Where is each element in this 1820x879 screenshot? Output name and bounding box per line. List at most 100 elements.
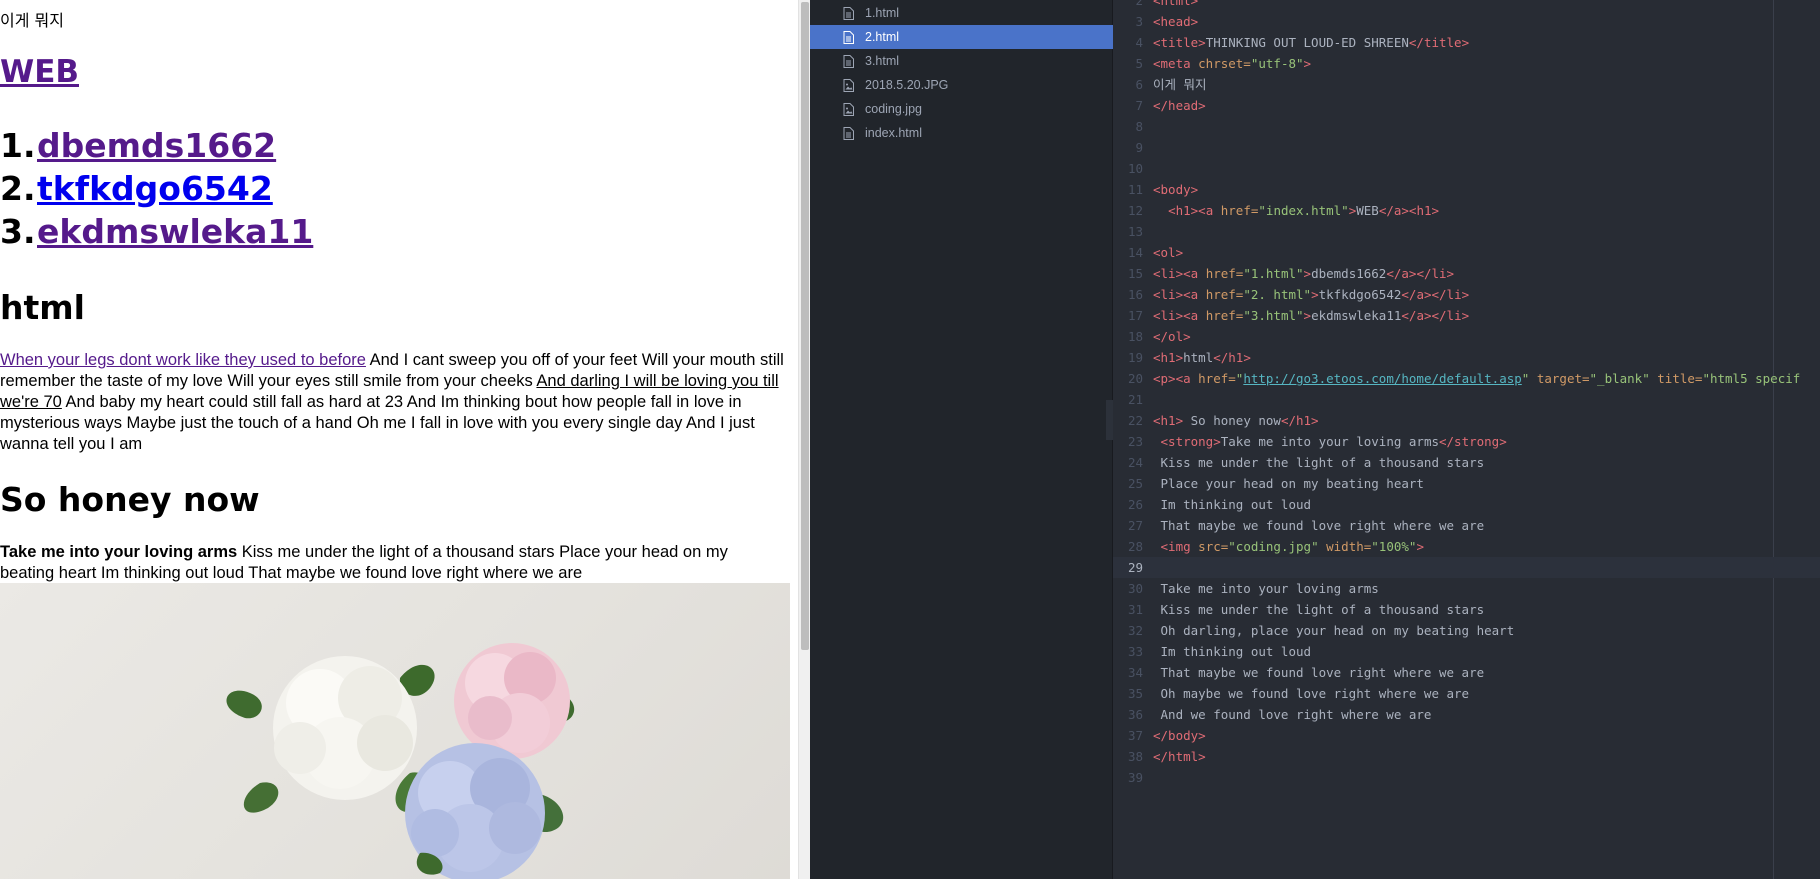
image-file-icon: [843, 102, 854, 116]
code-line[interactable]: 39: [1113, 767, 1820, 788]
list-number: 3.: [0, 212, 36, 251]
code-token: </a></li>: [1386, 266, 1455, 281]
code-line[interactable]: 10: [1113, 158, 1820, 179]
code-line[interactable]: 25 Place your head on my beating heart: [1113, 473, 1820, 494]
line-number: 37: [1127, 728, 1143, 743]
line-number: 3: [1135, 14, 1143, 29]
code-line[interactable]: 22 <h1> So honey now</h1>: [1113, 410, 1820, 431]
code-line[interactable]: 7 </head>: [1113, 95, 1820, 116]
code-line[interactable]: 9: [1113, 137, 1820, 158]
file-tree-item[interactable]: index.html: [810, 121, 1113, 145]
line-number: 10: [1127, 161, 1143, 176]
code-token: <h1>: [1153, 350, 1184, 365]
code-line[interactable]: 4 <title>THINKING OUT LOUD-ED SHREEN</tit…: [1113, 32, 1820, 53]
code-line[interactable]: 38 </html>: [1113, 746, 1820, 767]
line-number: 29: [1127, 560, 1143, 575]
code-text: That maybe we found love right where we …: [1153, 662, 1485, 683]
code-line[interactable]: 27 That maybe we found love right where …: [1113, 515, 1820, 536]
preview-scrollbar-thumb[interactable]: [801, 2, 809, 650]
code-text: Place your head on my beating heart: [1153, 473, 1424, 494]
code-line[interactable]: 34 That maybe we found love right where …: [1113, 662, 1820, 683]
code-line[interactable]: 3 <head>: [1113, 11, 1820, 32]
code-token: http://go3.etoos.com/home/default.asp: [1243, 371, 1522, 386]
code-line[interactable]: 16 <li><a href="2. html">tkfkdgo6542</a><…: [1113, 284, 1820, 305]
line-number: 33: [1127, 644, 1143, 659]
file-tree-item[interactable]: 2018.5.20.JPG: [810, 73, 1113, 97]
file-tree-item[interactable]: coding.jpg: [810, 97, 1113, 121]
code-token: <head>: [1153, 14, 1199, 29]
code-line[interactable]: 6 이게 뭐지: [1113, 74, 1820, 95]
line-number: 35: [1127, 686, 1143, 701]
code-text: <h1> So honey now</h1>: [1153, 410, 1319, 431]
code-line[interactable]: 29: [1113, 557, 1820, 578]
code-line[interactable]: 28 <img src="coding.jpg" width="100%">: [1113, 536, 1820, 557]
page-list: 1.dbemds1662 2.tkfkdgo6542 3.ekdmswleka1…: [0, 124, 313, 253]
code-pane[interactable]: 2 <html> 3 <head> 4 <title>THINKING OUT LOUD-…: [1113, 0, 1820, 879]
code-line[interactable]: 17 <li><a href="3.html">ekdmswleka11</a><…: [1113, 305, 1820, 326]
list-link-3[interactable]: ekdmswleka11: [37, 212, 313, 251]
code-line[interactable]: 32 Oh darling, place your head on my bea…: [1113, 620, 1820, 641]
file-tree-item[interactable]: 2.html: [810, 25, 1113, 49]
code-line[interactable]: 8: [1113, 116, 1820, 137]
code-text: Oh maybe we found love right where we ar…: [1153, 683, 1470, 704]
list-link-1[interactable]: dbemds1662: [37, 126, 276, 165]
code-line[interactable]: 12 <h1><a href="index.html">WEB</a><h1>: [1113, 200, 1820, 221]
code-text: </html>: [1153, 746, 1206, 767]
code-line[interactable]: 31 Kiss me under the light of a thousand…: [1113, 599, 1820, 620]
code-line[interactable]: 23 <strong>Take me into your loving arms…: [1113, 431, 1820, 452]
code-token: </html>: [1153, 749, 1206, 764]
line-number: 7: [1135, 98, 1143, 113]
code-token: Kiss me under the light of a thousand st…: [1153, 455, 1485, 470]
code-token: </ol>: [1153, 329, 1191, 344]
code-token: And we found love right where we are: [1153, 707, 1432, 722]
code-line[interactable]: 37 </body>: [1113, 725, 1820, 746]
web-link[interactable]: WEB: [0, 54, 79, 90]
code-token: <img: [1160, 539, 1199, 554]
code-text: <head>: [1153, 11, 1198, 32]
code-token: <h1><a: [1168, 203, 1221, 218]
code-text: <ol>: [1153, 242, 1183, 263]
file-tree: 1.html 2.html 3.html 2018.5.20.JPG coding.jp…: [810, 0, 1113, 879]
code-line[interactable]: 19 <h1>html</h1>: [1113, 347, 1820, 368]
code-token: <p><a: [1153, 371, 1199, 386]
code-token: href=: [1205, 287, 1244, 302]
file-tree-item[interactable]: 3.html: [810, 49, 1113, 73]
lyrics-link-legs[interactable]: When your legs dont work like they used …: [0, 351, 366, 369]
code-text: <li><a href="3.html">ekdmswleka11</a></l…: [1153, 305, 1469, 326]
code-line[interactable]: 2 <html>: [1113, 0, 1820, 11]
code-line[interactable]: 15 <li><a href="1.html">dbemds1662</a></l…: [1113, 263, 1820, 284]
code-line[interactable]: 36 And we found love right where we are: [1113, 704, 1820, 725]
code-line[interactable]: 13: [1113, 221, 1820, 242]
code-text: <html>: [1153, 0, 1198, 11]
code-text: Kiss me under the light of a thousand st…: [1153, 599, 1485, 620]
code-token: "utf-8": [1250, 56, 1304, 71]
list-link-2[interactable]: tkfkdgo6542: [37, 169, 273, 208]
code-token: <meta: [1153, 56, 1199, 71]
line-number: 13: [1127, 224, 1143, 239]
code-line[interactable]: 20 <p><a href="http://go3.etoos.com/home/…: [1113, 368, 1820, 389]
list-item: 3.ekdmswleka11: [0, 210, 313, 253]
code-line[interactable]: 18 </ol>: [1113, 326, 1820, 347]
preview-scrollbar[interactable]: [798, 0, 810, 879]
code-token: </title>: [1408, 35, 1470, 50]
code-token: WEB: [1356, 203, 1379, 218]
file-icon: [843, 126, 854, 140]
code-token: <body>: [1153, 182, 1199, 197]
line-number: 27: [1127, 518, 1143, 533]
code-text: <h1>html</h1>: [1153, 347, 1251, 368]
file-tree-item[interactable]: 1.html: [810, 1, 1113, 25]
file-tree-label: coding.jpg: [865, 102, 922, 116]
web-heading: WEB: [0, 52, 79, 92]
code-line[interactable]: 35 Oh maybe we found love right where we…: [1113, 683, 1820, 704]
code-token: >: [1303, 308, 1312, 323]
code-line[interactable]: 33 Im thinking out loud: [1113, 641, 1820, 662]
code-text: Kiss me under the light of a thousand st…: [1153, 452, 1485, 473]
code-line[interactable]: 26 Im thinking out loud: [1113, 494, 1820, 515]
code-line[interactable]: 11 <body>: [1113, 179, 1820, 200]
code-line[interactable]: 14 <ol>: [1113, 242, 1820, 263]
code-line[interactable]: 21: [1113, 389, 1820, 410]
code-line[interactable]: 24 Kiss me under the light of a thousand…: [1113, 452, 1820, 473]
code-line[interactable]: 30 Take me into your loving arms: [1113, 578, 1820, 599]
code-token: Oh maybe we found love right where we ar…: [1153, 686, 1470, 701]
code-line[interactable]: 5 <meta chrset="utf-8">: [1113, 53, 1820, 74]
